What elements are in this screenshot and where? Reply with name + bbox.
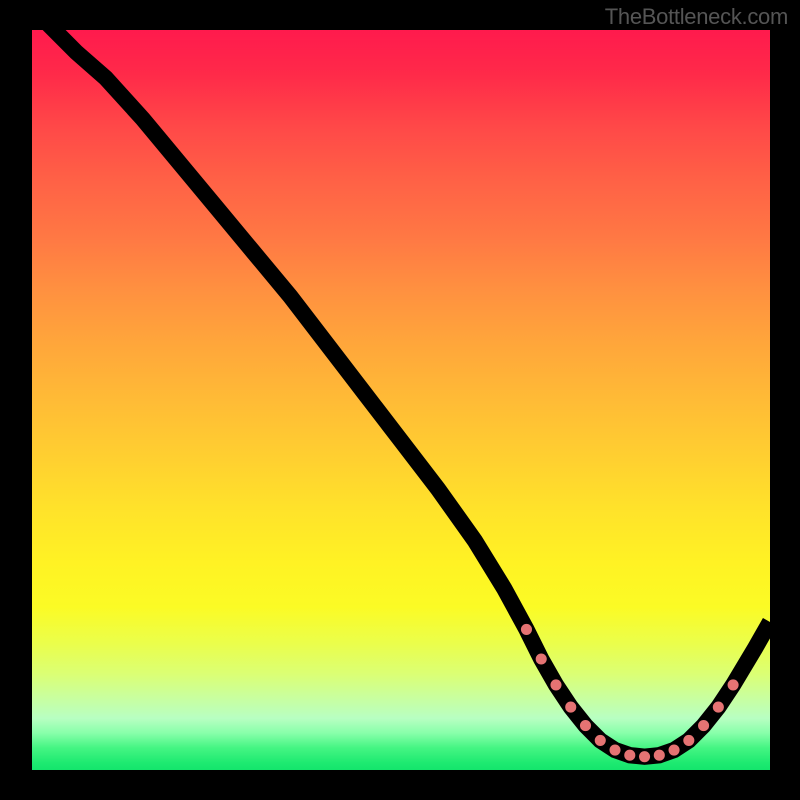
marker-point <box>713 702 724 713</box>
chart-svg <box>32 30 770 770</box>
marker-point <box>521 624 532 635</box>
watermark-text: TheBottleneck.com <box>605 4 788 30</box>
marker-point <box>728 679 739 690</box>
marker-point <box>536 653 547 664</box>
marker-point <box>580 720 591 731</box>
marker-point <box>654 750 665 761</box>
marker-point <box>683 735 694 746</box>
marker-point <box>550 679 561 690</box>
marker-point <box>609 744 620 755</box>
bottleneck-curve <box>47 30 770 757</box>
marker-point <box>698 720 709 731</box>
marker-point <box>639 751 650 762</box>
marker-point <box>669 744 680 755</box>
marker-point <box>624 750 635 761</box>
plot-area <box>32 30 770 770</box>
marker-point <box>565 702 576 713</box>
marker-point <box>595 735 606 746</box>
